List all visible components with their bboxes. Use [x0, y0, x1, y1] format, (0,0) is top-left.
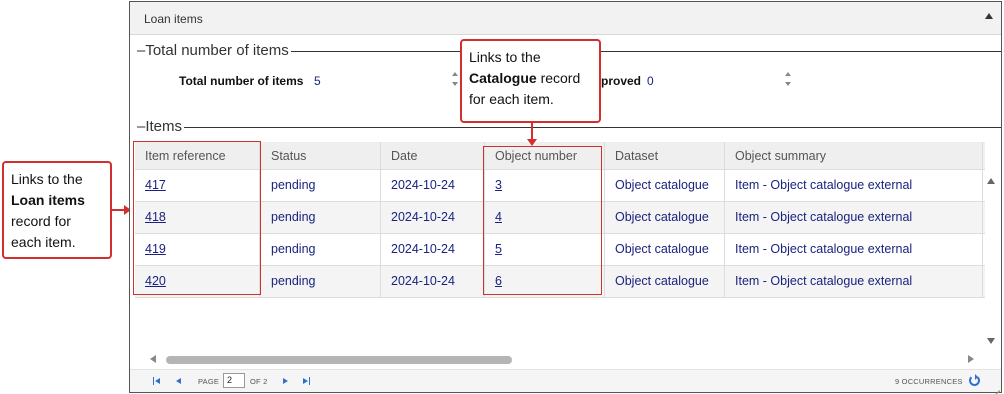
approved-stepper[interactable]	[785, 72, 793, 90]
totals-legend: –Total number of items	[137, 42, 291, 59]
items-legend-text: Items	[145, 118, 183, 135]
date-cell: 2024-10-24	[381, 202, 485, 233]
callout-bold-text: Catalogue	[469, 70, 537, 86]
status-cell: pending	[261, 170, 381, 201]
total-items-stepper[interactable]	[452, 72, 460, 90]
callout-line: record for	[11, 213, 71, 229]
last-page-icon[interactable]	[303, 377, 313, 386]
first-page-icon[interactable]	[153, 377, 163, 386]
pager: PAGE 2 OF 2 9 OCCURRENCES	[130, 369, 1001, 392]
panel-header[interactable]: Loan items	[130, 2, 1001, 35]
totals-legend-text: Total number of items	[145, 42, 289, 59]
object-number-highlight	[483, 146, 602, 295]
section-divider	[137, 127, 1001, 128]
catalogue-callout: Links to the Catalogue record for each i…	[460, 39, 601, 123]
dataset-cell: Object catalogue	[605, 234, 725, 265]
collapse-icon[interactable]	[985, 13, 993, 19]
panel-title: Loan items	[144, 12, 203, 26]
callout-bold-text: Loan items	[11, 192, 85, 208]
page-count: OF 2	[250, 377, 268, 386]
callout-line: Links to the	[469, 49, 541, 65]
dataset-cell: Object catalogue	[605, 202, 725, 233]
resize-grip-icon[interactable]	[991, 382, 1000, 391]
occurrences-count: 9 OCCURRENCES	[895, 377, 963, 386]
callout-arrow	[112, 205, 131, 215]
object-summary-cell: Item - Object catalogue external	[725, 234, 983, 265]
date-cell: 2024-10-24	[381, 266, 485, 297]
total-items-value: 5	[314, 74, 321, 88]
total-items-label: Total number of items	[179, 74, 304, 88]
callout-text: record	[536, 70, 581, 86]
previous-page-icon[interactable]	[175, 377, 185, 386]
object-summary-cell: Item - Object catalogue external	[725, 170, 983, 201]
approved-label: proved	[601, 74, 642, 88]
refresh-icon[interactable]	[969, 374, 980, 386]
callout-arrow	[527, 123, 537, 146]
loan-items-callout: Links to the Loan items record for each …	[2, 161, 112, 259]
date-cell: 2024-10-24	[381, 234, 485, 265]
status-cell: pending	[261, 266, 381, 297]
callout-line: each item.	[11, 234, 76, 250]
callout-line: for each item.	[469, 91, 554, 107]
stepper-up-icon[interactable]	[785, 72, 791, 76]
scroll-left-icon[interactable]	[150, 355, 156, 363]
object-summary-cell: Item - Object catalogue external	[725, 266, 983, 297]
column-header-date[interactable]: Date	[381, 142, 485, 170]
items-legend: –Items	[137, 118, 185, 135]
status-cell: pending	[261, 234, 381, 265]
column-header-dataset[interactable]: Dataset	[605, 142, 725, 170]
date-cell: 2024-10-24	[381, 170, 485, 201]
scrollbar-thumb[interactable]	[166, 356, 512, 364]
scroll-right-icon[interactable]	[968, 355, 974, 363]
scroll-down-icon[interactable]	[987, 338, 995, 344]
object-summary-cell: Item - Object catalogue external	[725, 202, 983, 233]
status-cell: pending	[261, 202, 381, 233]
horizontal-scrollbar[interactable]	[160, 356, 960, 364]
page-number-input[interactable]: 2	[223, 373, 245, 388]
scroll-up-icon[interactable]	[987, 178, 995, 184]
callout-line: Catalogue record	[469, 68, 592, 89]
stepper-down-icon[interactable]	[785, 82, 791, 86]
approved-value: 0	[647, 74, 654, 88]
column-header-status[interactable]: Status	[261, 142, 381, 170]
next-page-icon[interactable]	[282, 377, 292, 386]
stepper-up-icon[interactable]	[452, 72, 458, 76]
dataset-cell: Object catalogue	[605, 170, 725, 201]
callout-line: Links to the	[11, 171, 83, 187]
column-header-object-summary[interactable]: Object summary	[725, 142, 983, 170]
dataset-cell: Object catalogue	[605, 266, 725, 297]
stepper-down-icon[interactable]	[452, 82, 458, 86]
page-label: PAGE	[198, 377, 220, 386]
item-reference-highlight	[133, 141, 261, 295]
